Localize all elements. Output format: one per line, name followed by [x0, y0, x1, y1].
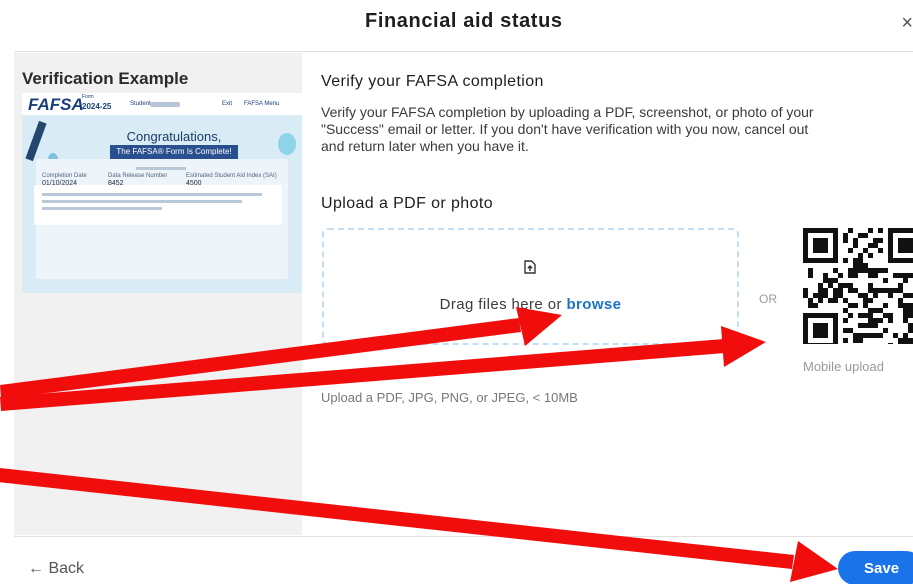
description-line: and return later when you have it. [321, 138, 529, 154]
dropzone-text: Drag files here or browse [324, 296, 737, 313]
fafsa-header-bar: FAFSA Form 2024-25 Student Exit FAFSA Me… [22, 93, 302, 115]
example-panel: Verification Example FAFSA Form 2024-25 … [14, 53, 302, 535]
blurred-name [150, 102, 180, 107]
fafsa-logo: FAFSA [28, 95, 84, 114]
financial-aid-dialog: Financial aid status × Verification Exam… [0, 0, 913, 584]
summary-divider [136, 167, 186, 170]
eligibility-line [42, 193, 262, 196]
description-line: Verify your FAFSA completion by uploadin… [321, 104, 814, 120]
fafsa-year: 2024-25 [82, 102, 112, 111]
drag-text: Drag files here or [439, 296, 567, 313]
or-separator: OR [759, 292, 777, 306]
browse-link[interactable]: browse [566, 296, 621, 313]
fafsa-menu-label: FAFSA Menu [244, 101, 280, 107]
receipt-label: Data Release Number [108, 173, 168, 179]
balloon-right [278, 133, 296, 155]
fafsa-eligibility-box [34, 185, 282, 225]
file-type-hint: Upload a PDF, JPG, PNG, or JPEG, < 10MB [321, 390, 578, 405]
fafsa-complete-banner: The FAFSA® Form Is Complete! [110, 145, 238, 159]
decor-stripe [25, 120, 47, 162]
verify-heading: Verify your FAFSA completion [321, 73, 544, 90]
upload-heading: Upload a PDF or photo [321, 195, 494, 212]
verify-description: Verify your FAFSA completion by uploadin… [321, 104, 913, 155]
eligibility-line [42, 200, 242, 203]
mobile-upload-label: Mobile upload [803, 359, 884, 374]
file-dropzone[interactable]: Drag files here or browse [322, 228, 739, 345]
completion-label: Completion Date [42, 173, 87, 179]
dialog-title: Financial aid status [365, 10, 563, 32]
close-icon[interactable]: × [901, 12, 913, 35]
dialog-footer [14, 536, 913, 584]
fafsa-form-label: Form [82, 94, 94, 100]
upload-file-icon [524, 260, 536, 274]
fafsa-example-image: FAFSA Form 2024-25 Student Exit FAFSA Me… [22, 93, 302, 293]
back-button[interactable]: ← Back [28, 560, 84, 578]
save-button[interactable]: Save [838, 551, 913, 584]
example-title: Verification Example [22, 69, 189, 88]
sai-label: Estimated Student Aid Index (SAI) [186, 173, 277, 179]
fafsa-student-label: Student [130, 101, 151, 107]
description-line: "Success" email or letter. If you don't … [321, 121, 809, 137]
eligibility-line [42, 207, 162, 210]
fafsa-congrats: Congratulations, [126, 129, 222, 144]
fafsa-exit-label: Exit [222, 101, 233, 107]
qr-code-icon [803, 228, 913, 344]
